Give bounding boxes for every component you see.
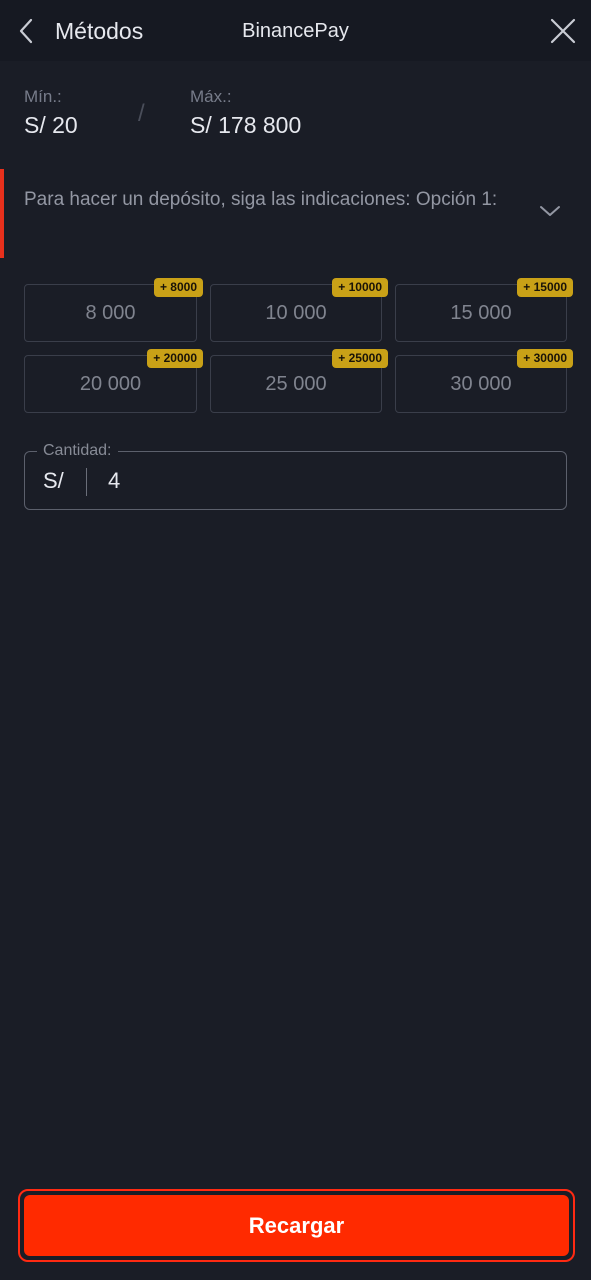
back-button[interactable] bbox=[12, 14, 40, 48]
chevron-down-icon bbox=[540, 206, 560, 216]
preset-amount-label: 10 000 bbox=[265, 301, 327, 324]
instructions-text: Para hacer un depósito, siga las indicac… bbox=[24, 189, 498, 210]
min-limit-value: S/ 20 bbox=[24, 112, 78, 138]
preset-amount-button[interactable]: 20 000 + 20000 bbox=[24, 349, 203, 413]
limit-separator: / bbox=[138, 100, 145, 127]
preset-amount-button[interactable]: 25 000 + 25000 bbox=[210, 349, 388, 413]
back-label[interactable]: Métodos bbox=[55, 15, 143, 47]
recharge-button[interactable]: Recargar bbox=[24, 1195, 569, 1256]
preset-amount-label: 15 000 bbox=[450, 301, 512, 324]
currency-divider bbox=[86, 468, 87, 496]
deposit-instructions-toggle[interactable]: Para hacer un depósito, siga las indicac… bbox=[0, 169, 591, 258]
amount-input-field[interactable]: Cantidad: S/ 4 bbox=[24, 441, 567, 510]
top-bar: Métodos BinancePay bbox=[0, 0, 591, 61]
bonus-badge: + 20000 bbox=[147, 349, 203, 368]
preset-amount-label: 25 000 bbox=[265, 372, 327, 395]
preset-amount-button[interactable]: 15 000 + 15000 bbox=[395, 278, 573, 342]
amount-field-label: Cantidad: bbox=[37, 441, 118, 461]
close-button[interactable] bbox=[547, 15, 579, 47]
max-limit-value: S/ 178 800 bbox=[190, 112, 302, 138]
bonus-badge: + 8000 bbox=[153, 278, 203, 297]
submit-button-frame: Recargar bbox=[18, 1189, 575, 1262]
bonus-badge: + 15000 bbox=[517, 278, 573, 297]
preset-amount-button[interactable]: 10 000 + 10000 bbox=[210, 278, 388, 342]
chevron-left-icon bbox=[19, 18, 33, 44]
min-limit: Mín.: S/ 20 bbox=[24, 86, 78, 140]
max-limit: Máx.: S/ 178 800 bbox=[190, 86, 301, 140]
preset-amount-button[interactable]: 30 000 + 30000 bbox=[395, 349, 573, 413]
preset-amount-label: 30 000 bbox=[450, 372, 512, 395]
preset-amount-button[interactable]: 8 000 + 8000 bbox=[24, 278, 203, 342]
preset-amount-label: 20 000 bbox=[79, 372, 142, 395]
bonus-badge: + 30000 bbox=[517, 349, 573, 368]
close-icon bbox=[550, 18, 576, 44]
instructions-accent-bar bbox=[0, 169, 4, 258]
preset-amounts: 8 000 + 8000 10 000 + 10000 15 000 + 150… bbox=[24, 278, 573, 413]
min-limit-label: Mín.: bbox=[24, 87, 62, 106]
amount-input-value[interactable]: 4 bbox=[108, 468, 120, 494]
max-limit-label: Máx.: bbox=[190, 87, 232, 106]
bonus-badge: + 25000 bbox=[332, 349, 388, 368]
preset-amount-label: 8 000 bbox=[85, 301, 136, 324]
bonus-badge: + 10000 bbox=[332, 278, 388, 297]
currency-prefix: S/ bbox=[43, 468, 64, 493]
